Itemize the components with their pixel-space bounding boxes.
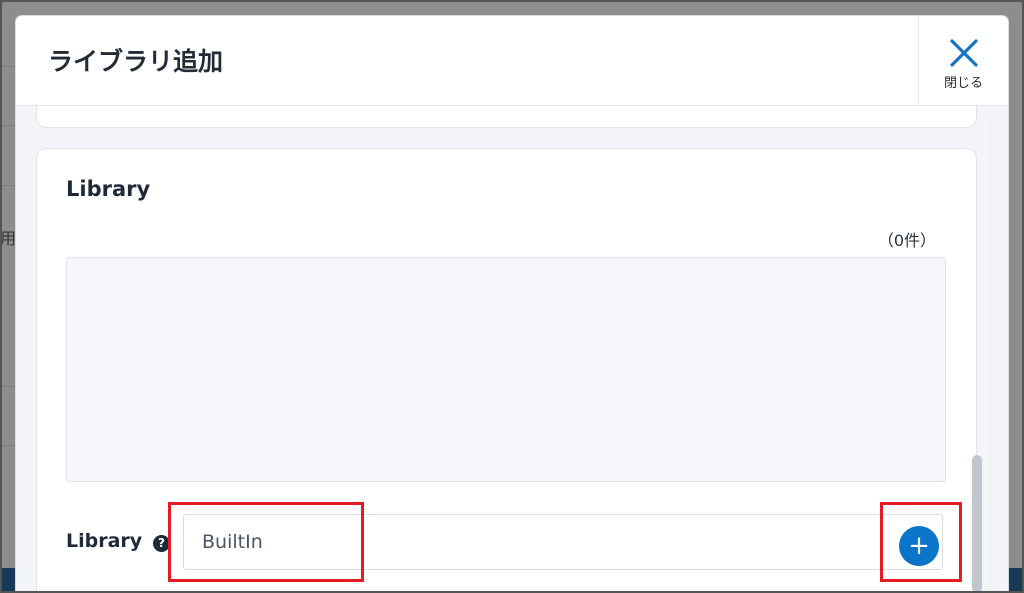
library-list (66, 257, 946, 482)
modal-title: ライブラリ追加 (48, 47, 224, 76)
close-label: 閉じる (943, 76, 983, 91)
previous-section-card (36, 106, 977, 128)
library-section-card: Library （0件） Library ? + (36, 148, 977, 593)
modal-body[interactable]: Library （0件） Library ? + (16, 106, 1008, 593)
add-library-modal: ライブラリ追加 閉じる Library （0件） Library ? + (16, 16, 1008, 593)
background-divider (0, 125, 16, 126)
library-section-title: Library (66, 177, 151, 201)
close-icon (949, 39, 978, 67)
scrollbar-track[interactable] (986, 116, 1000, 593)
library-input-label: Library (66, 530, 143, 552)
background-partial-text: 用 (0, 229, 17, 248)
library-count: （0件） (877, 231, 936, 250)
background-bottom-bar-left (0, 568, 16, 593)
add-library-button[interactable]: + (899, 526, 939, 566)
background-divider (0, 445, 16, 446)
scrollbar-thumb[interactable] (972, 455, 982, 593)
modal-header: ライブラリ追加 閉じる (16, 16, 1008, 106)
close-button[interactable]: 閉じる (918, 16, 1008, 106)
background-bottom-bar-right (1008, 568, 1024, 593)
background-divider (0, 386, 16, 387)
help-icon[interactable]: ? (153, 535, 170, 552)
library-input[interactable] (183, 514, 943, 570)
background-divider (0, 66, 16, 67)
plus-icon: + (908, 531, 930, 561)
background-divider (0, 185, 16, 186)
